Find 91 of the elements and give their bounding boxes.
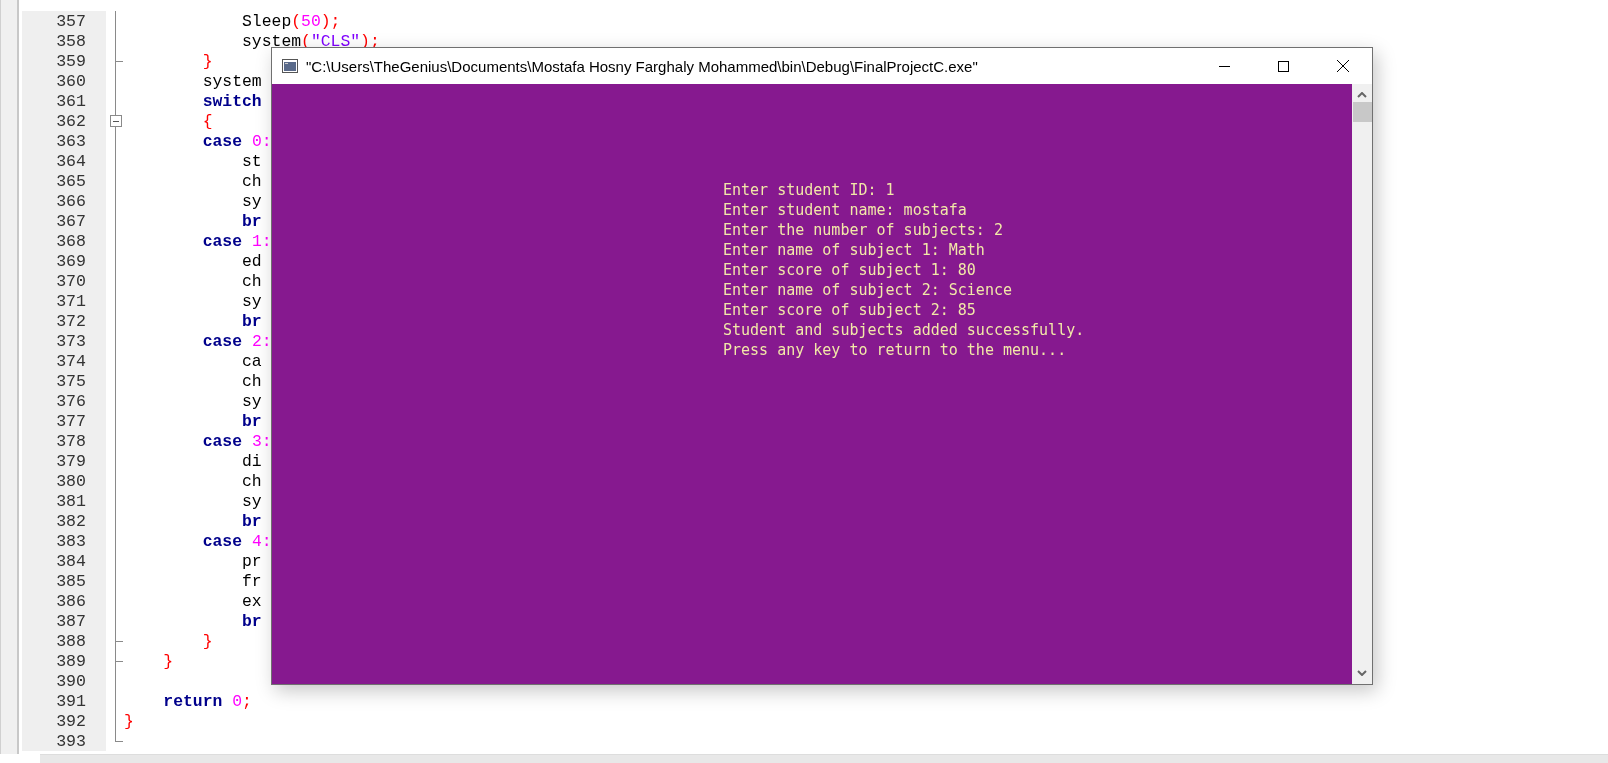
code-line: ed <box>241 251 262 271</box>
line-number: 390 <box>22 671 106 691</box>
code-line: } <box>201 631 213 651</box>
line-number: 387 <box>22 611 106 631</box>
line-number: 369 <box>22 251 106 271</box>
line-number: 357 <box>22 11 106 31</box>
code-line: ch <box>241 471 262 491</box>
console-line: Press any key to return to the menu... <box>723 340 1067 360</box>
code-line: case 2: <box>201 331 272 351</box>
code-line: } <box>201 51 213 71</box>
line-number: 385 <box>22 571 106 591</box>
code-line: } <box>162 651 174 671</box>
line-number: 360 <box>22 71 106 91</box>
line-number: 366 <box>22 191 106 211</box>
code-line: di <box>241 451 262 471</box>
code-line: ch <box>241 371 262 391</box>
code-line: { <box>201 111 213 131</box>
line-number: 372 <box>22 311 106 331</box>
line-number: 371 <box>22 291 106 311</box>
console-line: Enter name of subject 2: Science <box>723 280 1012 300</box>
line-number: 381 <box>22 491 106 511</box>
line-number: 373 <box>22 331 106 351</box>
code-line: system <box>201 71 262 91</box>
line-number: 389 <box>22 651 106 671</box>
line-number: 359 <box>22 51 106 71</box>
code-line: case 1: <box>201 231 272 251</box>
line-number: 367 <box>22 211 106 231</box>
code-line: sy <box>241 291 262 311</box>
line-number: 382 <box>22 511 106 531</box>
code-line: sy <box>241 391 262 411</box>
code-line: switch <box>201 91 262 111</box>
line-number: 384 <box>22 551 106 571</box>
line-number: 393 <box>22 731 106 751</box>
scroll-up-icon[interactable] <box>1357 92 1367 98</box>
line-number: 363 <box>22 131 106 151</box>
console-line: Student and subjects added successfully. <box>723 320 1085 340</box>
code-line: sy <box>241 491 262 511</box>
code-line: return 0; <box>162 691 252 711</box>
code-line: ex <box>241 591 262 611</box>
console-line: Enter student name: mostafa <box>723 200 967 220</box>
line-number: 392 <box>22 711 106 731</box>
line-number: 370 <box>22 271 106 291</box>
code-line: br <box>241 511 262 531</box>
code-line: pr <box>241 551 262 571</box>
console-line: Enter the number of subjects: 2 <box>723 220 1003 240</box>
line-number: 388 <box>22 631 106 651</box>
line-number: 362 <box>22 111 106 131</box>
close-icon <box>1336 60 1349 72</box>
line-number: 361 <box>22 91 106 111</box>
line-number: 365 <box>22 171 106 191</box>
line-number: 375 <box>22 371 106 391</box>
code-line: fr <box>241 571 262 591</box>
console-line: Enter student ID: 1 <box>723 180 895 200</box>
console-app-icon <box>282 59 298 73</box>
code-line: ch <box>241 171 262 191</box>
vertical-scrollbar[interactable] <box>1352 84 1372 684</box>
code-line: ch <box>241 271 262 291</box>
scroll-thumb[interactable] <box>1352 102 1372 122</box>
console-line: Enter score of subject 1: 80 <box>723 260 976 280</box>
console-line: Enter name of subject 1: Math <box>723 240 985 260</box>
line-number: 368 <box>22 231 106 251</box>
code-line: case 4: <box>201 531 272 551</box>
code-line: } <box>124 711 134 731</box>
line-number: 386 <box>22 591 106 611</box>
line-number: 378 <box>22 431 106 451</box>
line-number: 364 <box>22 151 106 171</box>
minimize-icon <box>1219 65 1230 67</box>
code-line: case 3: <box>201 431 272 451</box>
code-line: br <box>241 411 262 431</box>
fold-collapse-icon[interactable] <box>110 111 122 131</box>
code-line: br <box>241 311 262 331</box>
line-number: 379 <box>22 451 106 471</box>
code-line: ca <box>241 351 262 371</box>
console-line: Enter score of subject 2: 85 <box>723 300 976 320</box>
scroll-down-icon[interactable] <box>1357 670 1367 676</box>
maximize-icon <box>1278 60 1289 72</box>
line-number: 391 <box>22 691 106 711</box>
code-line: st <box>241 151 262 171</box>
code-line: Sleep(50); <box>241 11 341 31</box>
line-number: 383 <box>22 531 106 551</box>
code-line: br <box>241 211 262 231</box>
line-number: 358 <box>22 31 106 51</box>
code-line: case 0: <box>201 131 272 151</box>
line-number: 374 <box>22 351 106 371</box>
line-number: 380 <box>22 471 106 491</box>
line-number: 376 <box>22 391 106 411</box>
line-number: 377 <box>22 411 106 431</box>
code-line: br <box>241 611 262 631</box>
code-line: sy <box>241 191 262 211</box>
window-title: "C:\Users\TheGenius\Documents\Mostafa Hosny Farghaly Mohammed\bin\Debug\FinalProjectC.exe" <box>306 57 979 75</box>
horizontal-scrollbar[interactable] <box>40 754 1608 763</box>
